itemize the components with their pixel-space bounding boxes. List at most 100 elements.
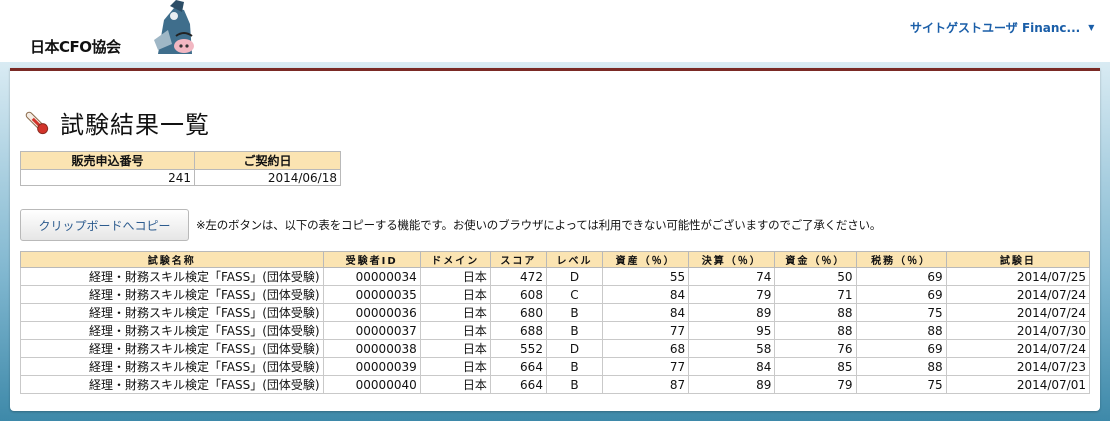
exam-date-cell: 2014/07/24 <box>945 339 1091 358</box>
contract-info-table: 販売申込番号 ご契約日 241 2014/06/18 <box>20 151 341 186</box>
level-cell: B <box>545 357 604 376</box>
exam-date-cell: 2014/07/24 <box>945 303 1091 322</box>
sales-application-number: 241 <box>20 169 195 186</box>
exam-date-cell: 2014/07/30 <box>945 321 1091 340</box>
funds-cell: 88 <box>774 303 857 322</box>
copy-note: ※左のボタンは、以下の表をコピーする機能です。お使いのブラウザによっては利用でき… <box>196 218 882 232</box>
assets-header: 資産（％） <box>602 251 690 268</box>
table-row: 経理・財務スキル検定「FASS」(団体受験) 00000034 日本 472 D 55 74… <box>20 267 1091 286</box>
page-title-row: 試験結果一覧 <box>22 105 210 140</box>
funds-cell: 85 <box>774 357 857 376</box>
exam-date-header: 試験日 <box>945 251 1091 268</box>
examinee-id-cell: 00000040 <box>322 375 421 394</box>
sales-application-number-header: 販売申込番号 <box>20 151 195 170</box>
funds-header: 資金（％） <box>774 251 857 268</box>
domain-cell: 日本 <box>419 303 491 322</box>
table-row: 経理・財務スキル検定「FASS」(団体受験) 00000040 日本 664 B 87 89… <box>20 375 1091 394</box>
exam-results-table: 試験名称 受験者ID ドメイン スコア レベル 資産（％） 決算（％） 資金（％… <box>20 251 1091 394</box>
level-cell: B <box>545 303 604 322</box>
assets-cell: 87 <box>602 375 690 394</box>
exam-name-header: 試験名称 <box>20 251 324 268</box>
exam-name-cell: 経理・財務スキル検定「FASS」(団体受験) <box>20 303 324 322</box>
assets-cell: 77 <box>602 321 690 340</box>
score-cell: 688 <box>489 321 547 340</box>
user-menu-label: サイトゲストユーザ Financ... <box>910 21 1081 35</box>
table-row: 241 2014/06/18 <box>20 169 341 186</box>
site-header: 日本CFO協会 サイトゲストユーザ Financ... ▼ <box>0 0 1110 62</box>
exam-name-cell: 経理・財務スキル検定「FASS」(団体受験) <box>20 357 324 376</box>
assets-cell: 77 <box>602 357 690 376</box>
copy-to-clipboard-button[interactable]: クリップボードへコピー <box>20 209 189 241</box>
table-row: 経理・財務スキル検定「FASS」(団体受験) 00000039 日本 664 B 77 84… <box>20 357 1091 376</box>
assets-cell: 55 <box>602 267 690 286</box>
level-cell: B <box>545 321 604 340</box>
settlement-cell: 58 <box>688 339 776 358</box>
mascot-logo-icon <box>150 0 198 54</box>
funds-cell: 50 <box>774 267 857 286</box>
tax-cell: 75 <box>855 375 947 394</box>
settlement-cell: 79 <box>688 285 776 304</box>
level-cell: D <box>545 339 604 358</box>
contract-date-header: ご契約日 <box>194 151 341 170</box>
examinee-id-cell: 00000037 <box>322 321 421 340</box>
domain-cell: 日本 <box>419 321 491 340</box>
tax-cell: 69 <box>855 285 947 304</box>
examinee-id-cell: 00000036 <box>322 303 421 322</box>
exam-name-cell: 経理・財務スキル検定「FASS」(団体受験) <box>20 339 324 358</box>
funds-cell: 88 <box>774 321 857 340</box>
examinee-id-cell: 00000034 <box>322 267 421 286</box>
tax-cell: 88 <box>855 321 947 340</box>
level-cell: C <box>545 285 604 304</box>
assets-cell: 84 <box>602 285 690 304</box>
table-row: 経理・財務スキル検定「FASS」(団体受験) 00000035 日本 608 C 84 79… <box>20 285 1091 304</box>
assets-cell: 84 <box>602 303 690 322</box>
settlement-cell: 89 <box>688 303 776 322</box>
table-row: 経理・財務スキル検定「FASS」(団体受験) 00000037 日本 688 B 77 95… <box>20 321 1091 340</box>
cfo-logo[interactable]: 日本CFO協会 <box>12 0 198 54</box>
funds-cell: 79 <box>774 375 857 394</box>
settlement-header: 決算（％） <box>688 251 776 268</box>
score-header: スコア <box>489 251 547 268</box>
page-title: 試験結果一覧 <box>60 111 210 139</box>
exam-date-cell: 2014/07/25 <box>945 267 1091 286</box>
tax-cell: 69 <box>855 339 947 358</box>
table-row: 経理・財務スキル検定「FASS」(団体受験) 00000036 日本 680 B 84 89… <box>20 303 1091 322</box>
tax-cell: 75 <box>855 303 947 322</box>
funds-cell: 71 <box>774 285 857 304</box>
score-cell: 552 <box>489 339 547 358</box>
score-cell: 608 <box>489 285 547 304</box>
settlement-cell: 74 <box>688 267 776 286</box>
contract-date: 2014/06/18 <box>194 169 341 186</box>
domain-cell: 日本 <box>419 267 491 286</box>
logo-text: 日本CFO協会 <box>30 38 121 54</box>
domain-header: ドメイン <box>419 251 491 268</box>
tax-cell: 69 <box>855 267 947 286</box>
main-panel: 試験結果一覧 販売申込番号 ご契約日 241 2014/06/18 クリップボー… <box>10 68 1100 411</box>
domain-cell: 日本 <box>419 285 491 304</box>
user-menu[interactable]: サイトゲストユーザ Financ... ▼ <box>910 19 1094 36</box>
examinee-id-header: 受験者ID <box>322 251 421 268</box>
exam-name-cell: 経理・財務スキル検定「FASS」(団体受験) <box>20 267 324 286</box>
tax-cell: 88 <box>855 357 947 376</box>
funds-cell: 76 <box>774 339 857 358</box>
settlement-cell: 89 <box>688 375 776 394</box>
examinee-id-cell: 00000039 <box>322 357 421 376</box>
examinee-id-cell: 00000038 <box>322 339 421 358</box>
examinee-id-cell: 00000035 <box>322 285 421 304</box>
chevron-down-icon: ▼ <box>1088 23 1095 32</box>
exam-date-cell: 2014/07/23 <box>945 357 1091 376</box>
exam-date-cell: 2014/07/01 <box>945 375 1091 394</box>
level-header: レベル <box>545 251 604 268</box>
settlement-cell: 95 <box>688 321 776 340</box>
level-cell: D <box>545 267 604 286</box>
exam-name-cell: 経理・財務スキル検定「FASS」(団体受験) <box>20 285 324 304</box>
thermometer-icon <box>25 111 49 134</box>
domain-cell: 日本 <box>419 357 491 376</box>
exam-name-cell: 経理・財務スキル検定「FASS」(団体受験) <box>20 321 324 340</box>
level-cell: B <box>545 375 604 394</box>
score-cell: 472 <box>489 267 547 286</box>
domain-cell: 日本 <box>419 339 491 358</box>
tax-header: 税務（％） <box>855 251 947 268</box>
score-cell: 680 <box>489 303 547 322</box>
domain-cell: 日本 <box>419 375 491 394</box>
